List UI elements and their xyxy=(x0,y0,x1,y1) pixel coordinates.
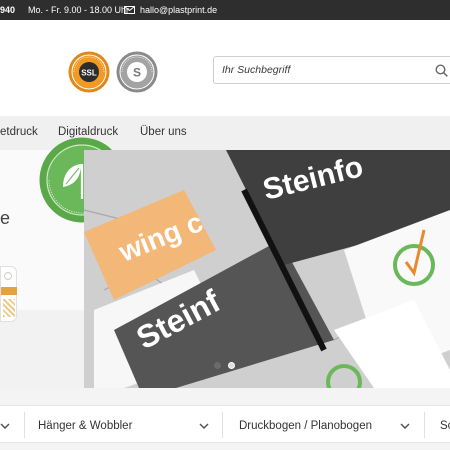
category-divider xyxy=(424,412,425,438)
phone-number[interactable]: 940 xyxy=(0,5,15,15)
nav-item-ueber-uns[interactable]: Über uns xyxy=(140,126,187,138)
svg-text:S: S xyxy=(133,66,141,80)
category-divider xyxy=(222,412,223,438)
mail-icon xyxy=(124,6,135,14)
hang-tag-image xyxy=(0,266,17,322)
tag-hole xyxy=(4,272,12,280)
category-haenger-wobbler[interactable]: Hänger & Wobbler xyxy=(38,420,132,432)
slider-dot-2[interactable] xyxy=(228,362,235,369)
hero-headline-fragment: e xyxy=(0,208,11,228)
category-bar: Hänger & Wobbler Druckbogen / Planobogen… xyxy=(0,405,450,443)
nav-item-siebdruck[interactable]: etdruck xyxy=(0,126,38,138)
category-next[interactable]: Sc xyxy=(440,420,450,432)
hero-banner-image: wing c Steinf Steinfo xyxy=(84,150,450,388)
search-icon[interactable] xyxy=(435,64,448,77)
page: 940 Mo. - Fr. 9.00 - 18.00 Uhr hallo@pla… xyxy=(0,0,450,450)
svg-text:SSL: SSL xyxy=(81,69,97,78)
tag-pattern xyxy=(3,299,15,317)
search-box xyxy=(213,56,450,84)
ssl-seal-icon[interactable]: SSL xyxy=(68,51,110,93)
chevron-down-icon[interactable] xyxy=(0,423,10,430)
chevron-down-icon[interactable] xyxy=(400,423,410,430)
category-divider xyxy=(24,412,25,438)
opening-hours: Mo. - Fr. 9.00 - 18.00 Uhr xyxy=(28,5,130,15)
tag-label xyxy=(1,287,17,295)
slider-dot-1[interactable] xyxy=(214,362,221,369)
chevron-down-icon[interactable] xyxy=(199,423,209,430)
shop-seal-icon[interactable]: S xyxy=(116,51,158,93)
top-info-bar: 940 Mo. - Fr. 9.00 - 18.00 Uhr hallo@pla… xyxy=(0,0,450,20)
category-druckbogen[interactable]: Druckbogen / Planobogen xyxy=(239,420,372,432)
search-input[interactable] xyxy=(222,61,422,79)
email-link[interactable]: hallo@plastprint.de xyxy=(140,5,217,15)
